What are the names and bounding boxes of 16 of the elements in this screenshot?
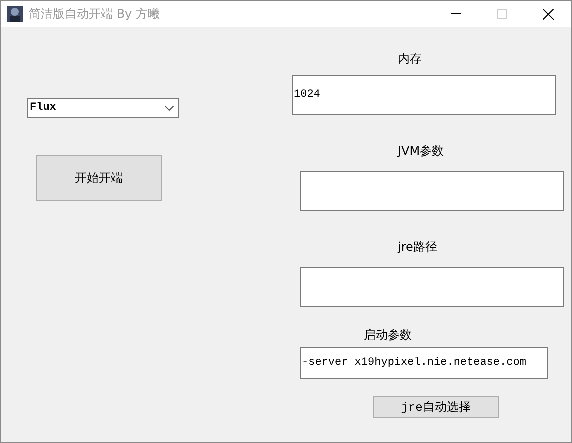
window-title: 简洁版自动开端 By 方曦 bbox=[29, 6, 161, 22]
field-label: 启动参数 bbox=[364, 327, 412, 343]
field-label: 内存 bbox=[398, 51, 422, 67]
close-icon bbox=[542, 8, 554, 20]
input-field[interactable]: -server x19hypixel.nie.netease.com bbox=[300, 347, 548, 379]
field-label: jre路径 bbox=[398, 239, 438, 255]
version-dropdown[interactable]: Flux bbox=[27, 98, 179, 118]
start-button[interactable]: 开始开端 bbox=[36, 155, 162, 201]
input-field[interactable] bbox=[300, 171, 564, 211]
chevron-icon bbox=[165, 106, 174, 110]
field-label: JVM参数 bbox=[398, 143, 444, 159]
input-field[interactable]: 1024 bbox=[292, 75, 556, 115]
app-icon bbox=[7, 6, 23, 22]
jre-auto-select-button[interactable]: jre自动选择 bbox=[373, 396, 499, 418]
maximize-icon bbox=[497, 9, 507, 19]
input-field[interactable] bbox=[300, 267, 564, 307]
